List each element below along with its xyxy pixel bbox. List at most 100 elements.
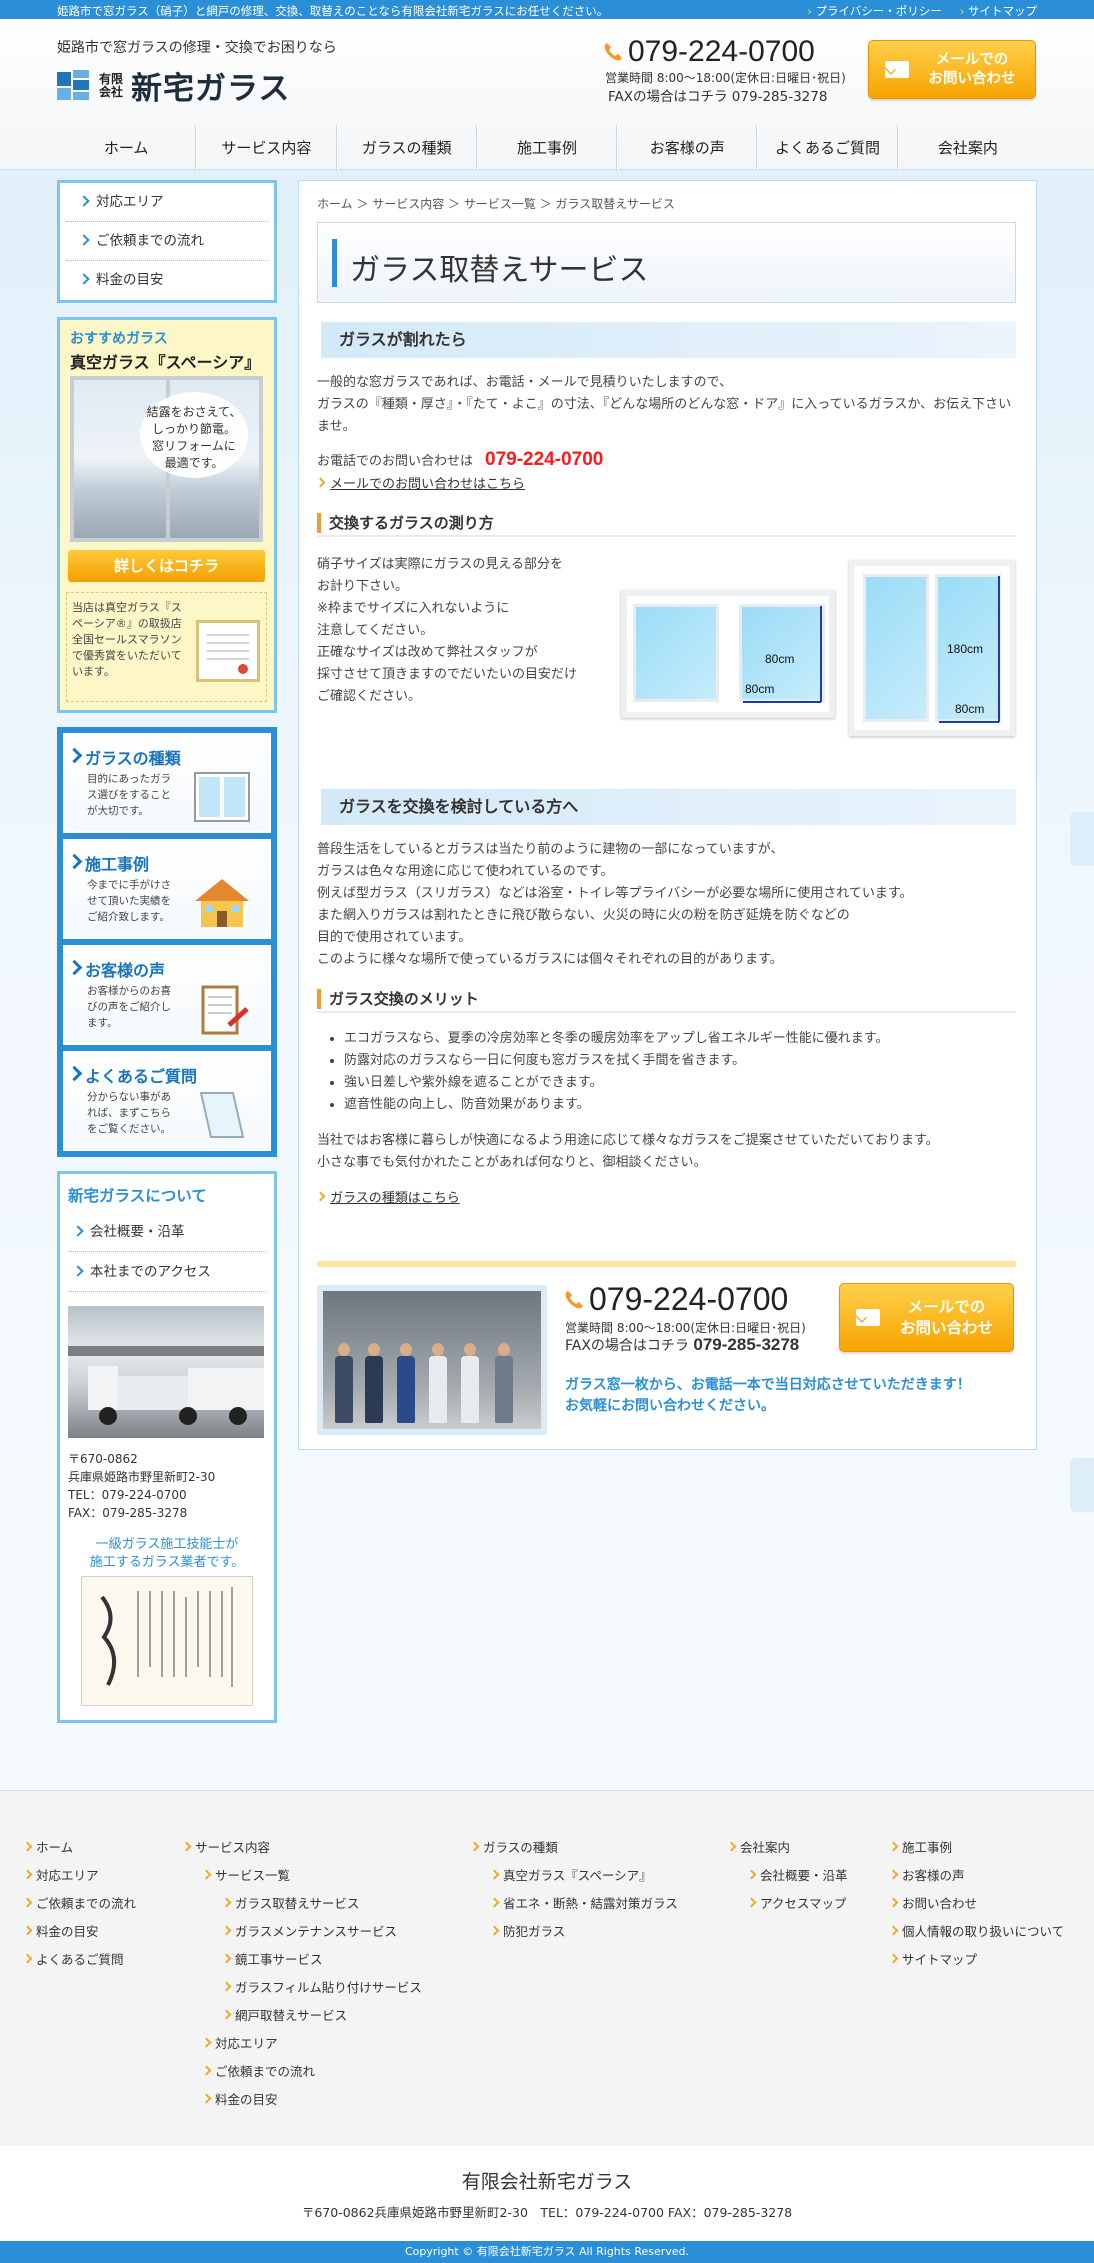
section-broken-heading: ガラスが割れたら — [317, 322, 1016, 358]
footer-link[interactable]: 真空ガラス『スペーシア』 — [471, 1862, 678, 1890]
page-side-tab[interactable] — [1070, 812, 1094, 866]
cta-mail-button[interactable]: メールでの お問い合わせ — [839, 1283, 1014, 1352]
gnav-glass-types[interactable]: ガラスの種類 — [336, 125, 477, 171]
measure-text: 硝子サイズは実際にガラスの見える部分を お計り下さい。 ※枠までサイズに入れない… — [317, 554, 607, 708]
side-voice-title: お客様の声 — [85, 957, 165, 981]
about-company-link[interactable]: 会社概要・沿革 — [68, 1212, 266, 1252]
footer-col-3: ガラスの種類 真空ガラス『スペーシア』 省エネ・断熱・結露対策ガラス 防犯ガラス — [471, 1834, 678, 1946]
side-menu-area[interactable]: 対応エリア — [66, 183, 268, 222]
side-glass-types-title: ガラスの種類 — [85, 745, 181, 769]
side-faq[interactable]: よくあるご質問 分からない事があれば、まずこちらをご覧ください。 — [63, 1051, 271, 1151]
gnav-service[interactable]: サービス内容 — [196, 125, 337, 171]
main-content: ホーム ＞ サービス内容 ＞ サービス一覧 ＞ ガラス取替えサービス ガラス取替… — [298, 180, 1037, 1450]
side-voice[interactable]: お客様の声 お客様からのお喜びの声をご紹介します。 — [63, 945, 271, 1045]
footer: 有限会社新宅ガラス 〒670-0862兵庫県姫路市野里新町2-30 TEL：07… — [0, 2146, 1094, 2241]
footer-link[interactable]: サービス一覧 — [183, 1862, 422, 1890]
rec-more-button[interactable]: 詳しくはコチラ — [68, 550, 265, 582]
consider-line-3: 例えば型ガラス（スリガラス）などは浴室・トイレ等プライバシーが必要な場所に使用さ… — [317, 886, 913, 901]
mail-inquiry-link[interactable]: メールでのお問い合わせはこちら — [317, 477, 525, 492]
section-consider-heading: ガラスを交換を検討している方へ — [317, 789, 1016, 825]
bubble-line3: 窓リフォームに — [152, 439, 236, 453]
bubble-line2: しっかり節電。 — [151, 422, 236, 436]
footer-link[interactable]: サイトマップ — [890, 1946, 1064, 1974]
license-caption-1: 一級ガラス施工技能士が — [95, 1537, 239, 1552]
side-menu-price[interactable]: 料金の目安 — [66, 261, 268, 300]
footer-link[interactable]: ガラスメンテナンスサービス — [183, 1918, 422, 1946]
footer-link[interactable]: ガラスの種類 — [471, 1834, 678, 1862]
phone-inquiry-number[interactable]: 079-224-0700 — [485, 449, 603, 470]
footer-link[interactable]: 網戸取替えサービス — [183, 2002, 422, 2030]
gnav-faq[interactable]: よくあるご質問 — [757, 125, 898, 171]
footer-link[interactable]: 会社案内 — [728, 1834, 848, 1862]
broken-text-2: ガラスの『種類・厚さ』・『たて・よこ』の寸法、『どんな場所のどんな窓・ドア』に入… — [317, 397, 1012, 434]
side-big-menu: ガラスの種類 目的にあったガラス選びをすることが大切です。 施工事例 今までに手… — [57, 727, 277, 1157]
footer-link[interactable]: 対応エリア — [183, 2030, 422, 2058]
footer-link[interactable]: 料金の目安 — [24, 1918, 136, 1946]
side-works[interactable]: 施工事例 今までに手がけさせて頂いた実績をご紹介致します。 — [63, 839, 271, 939]
footer-link[interactable]: 防犯ガラス — [471, 1918, 678, 1946]
logo[interactable]: 有限 会社 新宅ガラス — [57, 63, 290, 108]
footer-link[interactable]: 個人情報の取り扱いについて — [890, 1918, 1064, 1946]
recommended-glass-banner[interactable]: おすすめガラス 真空ガラス『スペーシア』 結露をおさえて、 しっかり節電。 窓リ… — [57, 317, 277, 713]
about-access-link[interactable]: 本社までのアクセス — [68, 1252, 266, 1292]
side-faq-desc: 分からない事があれば、まずこちらをご覧ください。 — [87, 1091, 171, 1135]
side-voice-desc: お客様からのお喜びの声をご紹介します。 — [87, 985, 171, 1029]
footer-link[interactable]: アクセスマップ — [728, 1890, 848, 1918]
sitemap-link[interactable]: サイトマップ — [960, 3, 1037, 19]
gnav-works[interactable]: 施工事例 — [476, 125, 618, 171]
footer-nav: ホーム 対応エリア ご依頼までの流れ 料金の目安 よくあるご質問 サービス内容 … — [0, 1790, 1094, 2146]
side-glass-types[interactable]: ガラスの種類 目的にあったガラス選びをすることが大切です。 — [63, 733, 271, 833]
rec-title: 真空ガラス『スペーシア』 — [70, 353, 261, 372]
footer-col-4: 会社案内 会社概要・沿革 アクセスマップ — [728, 1834, 848, 1918]
merit-item: 防露対応のガラスなら一日に何度も窓ガラスを拭く手間を省きます。 — [344, 1050, 1016, 1072]
header-mail-button[interactable]: メールでの お問い合わせ — [868, 40, 1036, 99]
header-phone[interactable]: 079-224-0700 — [602, 35, 815, 69]
page-top-tab[interactable] — [1070, 1458, 1094, 1512]
dim-width-small: 80cm — [745, 682, 775, 696]
cta-message-1: ガラス窓一枚から、お電話一本で当日対応させていただきます！ — [565, 1377, 971, 1393]
about-title: 新宅ガラスについて — [68, 1187, 207, 1205]
consider-line-1: 普段生活をしているとガラスは当たり前のように建物の一部になっていますが、 — [317, 842, 784, 857]
measure-line-3: ※枠までサイズに入れないように — [317, 601, 510, 616]
glass-types-link[interactable]: ガラスの種類はこちら — [317, 1191, 460, 1206]
cta-mail-line1: メールでの — [907, 1297, 986, 1316]
window-icon — [194, 772, 250, 822]
phone-icon — [604, 43, 622, 61]
footer-link[interactable]: サービス内容 — [183, 1834, 422, 1862]
footer-link[interactable]: 施工事例 — [890, 1834, 1064, 1862]
gnav-home[interactable]: ホーム — [57, 125, 197, 171]
breadcrumb[interactable]: ホーム ＞ サービス内容 ＞ サービス一覧 ＞ ガラス取替えサービス — [317, 195, 675, 212]
footer-link[interactable]: 鏡工事サービス — [183, 1946, 422, 1974]
footer-link[interactable]: 省エネ・断熱・結露対策ガラス — [471, 1890, 678, 1918]
staff-photo — [317, 1285, 547, 1435]
footer-link[interactable]: 対応エリア — [24, 1862, 136, 1890]
side-menu-flow[interactable]: ご依頼までの流れ — [66, 222, 268, 261]
footer-col-1: ホーム 対応エリア ご依頼までの流れ 料金の目安 よくあるご質問 — [24, 1834, 136, 1974]
header-catch: 姫路市で窓ガラスの修理・交換でお困りなら — [57, 40, 337, 56]
cta-fax-number: 079-285-3278 — [693, 1335, 800, 1354]
footer-link[interactable]: ホーム — [24, 1834, 136, 1862]
footer-link[interactable]: お客様の声 — [890, 1862, 1064, 1890]
footer-link[interactable]: 会社概要・沿革 — [728, 1862, 848, 1890]
cta-fax: FAXの場合はコチラ 079-285-3278 — [565, 1335, 799, 1355]
section-broken-text: 一般的な窓ガラスであれば、お電話・メールで見積りいたしますので、 ガラスの『種類… — [317, 372, 1016, 438]
footer-link[interactable]: ガラス取替えサービス — [183, 1890, 422, 1918]
cta-phone[interactable]: 079-224-0700 — [563, 1281, 788, 1318]
top-bar: 姫路市で窓ガラス（硝子）と網戸の修理、交換、取替えのことなら有限会社新宅ガラスに… — [0, 0, 1094, 19]
footer-link[interactable]: お問い合わせ — [890, 1890, 1064, 1918]
merit-closing: 当社ではお客様に暮らしが快適になるよう用途に応じて様々なガラスをご提案させていた… — [317, 1130, 1016, 1174]
about-tel: TEL：079-224-0700 — [68, 1488, 187, 1502]
phone-inquiry-label: お電話でのお問い合わせは — [317, 454, 474, 469]
footer-link[interactable]: ご依頼までの流れ — [183, 2058, 422, 2086]
footer-link[interactable]: ガラスフィルム貼り付けサービス — [183, 1974, 422, 2002]
gnav-company[interactable]: 会社案内 — [897, 125, 1037, 171]
privacy-link[interactable]: プライバシー・ポリシー — [807, 3, 941, 19]
gnav-voice[interactable]: お客様の声 — [617, 125, 758, 171]
footer-link[interactable]: よくあるご質問 — [24, 1946, 136, 1974]
dim-height-small: 80cm — [765, 652, 795, 666]
clipboard-icon — [201, 985, 249, 1035]
global-nav: ホーム サービス内容 ガラスの種類 施工事例 お客様の声 よくあるご質問 会社案… — [57, 125, 1037, 171]
footer-link[interactable]: 料金の目安 — [183, 2086, 422, 2114]
footer-link[interactable]: ご依頼までの流れ — [24, 1890, 136, 1918]
cta-message: ガラス窓一枚から、お電話一本で当日対応させていただきます！ お気軽にお問い合わせ… — [565, 1375, 971, 1417]
